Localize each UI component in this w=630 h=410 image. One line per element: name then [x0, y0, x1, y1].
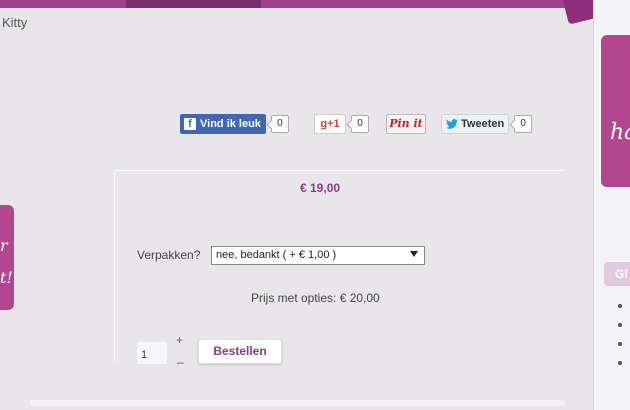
- facebook-like-count: 0: [270, 115, 289, 133]
- facebook-icon: f: [184, 118, 196, 130]
- product-price: € 19,00: [300, 181, 341, 195]
- sidebar-list-bullet: [618, 323, 622, 327]
- breadcrumb: Kitty: [2, 15, 28, 30]
- gplus-widget: g+1 0: [314, 114, 369, 134]
- gplus-button[interactable]: g+1: [314, 114, 346, 134]
- right-promo-banner[interactable]: [601, 35, 630, 187]
- tweet-count: 0: [514, 115, 533, 133]
- price-with-options: Prijs met opties: € 20,00: [251, 291, 380, 305]
- gift-wrap-selected-value: nee, bedankt ( + € 1,00 ): [216, 249, 337, 261]
- pinterest-button[interactable]: Pin it: [386, 114, 426, 134]
- sidebar-list-bullet: [618, 304, 622, 308]
- left-banner-text: r t!: [0, 236, 13, 287]
- product-panel-top-border: [114, 170, 564, 171]
- sidebar-list-bullet: [618, 342, 622, 346]
- quantity-increase-button[interactable]: +: [176, 333, 183, 347]
- facebook-like-button[interactable]: f Vind ik leuk: [180, 114, 266, 134]
- top-nav-bar: [0, 0, 595, 8]
- gift-wrap-label: Verpakken?: [137, 248, 201, 262]
- gift-wrap-select[interactable]: nee, bedankt ( + € 1,00 ): [211, 246, 425, 265]
- twitter-bird-icon: [446, 119, 458, 129]
- right-banner-text: ha: [610, 120, 630, 145]
- product-panel-left-border: [114, 172, 115, 362]
- quantity-input[interactable]: [137, 342, 167, 364]
- order-button[interactable]: Bestellen: [198, 339, 282, 364]
- facebook-like-label: Vind ik leuk: [200, 118, 261, 130]
- right-sidebar: ha: [593, 0, 630, 410]
- sidebar-list-bullet: [618, 361, 622, 365]
- tweet-button[interactable]: Tweeten: [441, 114, 510, 134]
- content-bottom-border: [30, 400, 565, 406]
- top-nav-active-tab[interactable]: [126, 0, 261, 8]
- twitter-widget: Tweeten 0: [441, 114, 533, 134]
- pinterest-widget: Pin it: [386, 114, 426, 134]
- quantity-decrease-button[interactable]: –: [177, 355, 184, 369]
- dropdown-arrow-icon: [410, 251, 418, 257]
- facebook-like-widget: f Vind ik leuk 0: [180, 114, 289, 134]
- gplus-count: 0: [351, 115, 369, 133]
- right-sidebar-tab[interactable]: Gl: [604, 262, 630, 286]
- tweet-label: Tweeten: [461, 118, 505, 130]
